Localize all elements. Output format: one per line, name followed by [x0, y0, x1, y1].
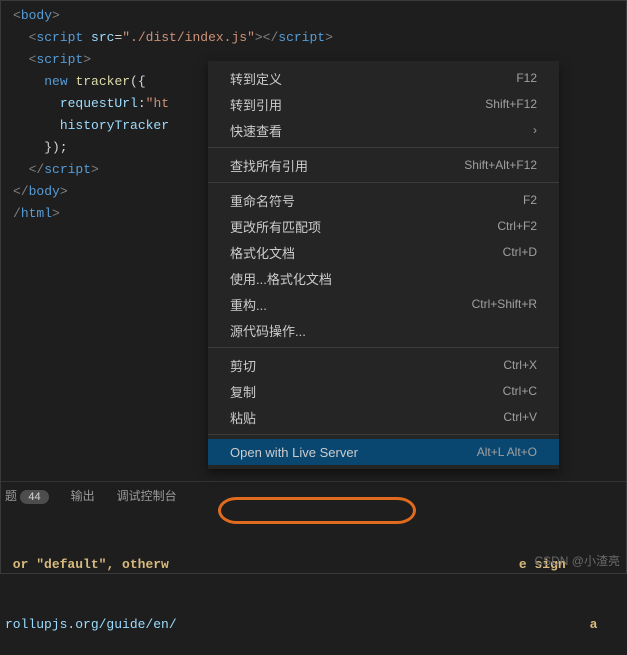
menu-separator: [208, 434, 559, 435]
menu-item-label: 转到引用: [230, 95, 282, 114]
menu-item-label: Open with Live Server: [230, 445, 358, 460]
menu-item[interactable]: 快速查看 ›: [208, 117, 559, 143]
tab-debug-console[interactable]: 调试控制台: [117, 487, 177, 504]
menu-item-label: 剪切: [230, 356, 256, 375]
menu-item[interactable]: 粘贴 Ctrl+V: [208, 404, 559, 430]
menu-item[interactable]: 更改所有匹配项 Ctrl+F2: [208, 213, 559, 239]
menu-item[interactable]: 转到引用 Shift+F12: [208, 91, 559, 117]
menu-separator: [208, 182, 559, 183]
code-line: <script src="./dist/index.js"></script>: [13, 27, 626, 49]
menu-item-label: 转到定义: [230, 69, 282, 88]
menu-item-label: 源代码操作...: [230, 321, 306, 340]
chevron-right-icon: ›: [533, 123, 537, 137]
menu-item[interactable]: 源代码操作...: [208, 317, 559, 343]
menu-item-label: 重命名符号: [230, 191, 295, 210]
menu-item-label: 格式化文档: [230, 243, 295, 262]
menu-item-label: 快速查看: [230, 121, 282, 140]
terminal-output[interactable]: or "default", otherwe sign rollupjs.org/…: [1, 509, 626, 573]
menu-item-label: 更改所有匹配项: [230, 217, 321, 236]
menu-item[interactable]: 格式化文档 Ctrl+D: [208, 239, 559, 265]
menu-item[interactable]: 剪切 Ctrl+X: [208, 352, 559, 378]
menu-item-shortcut: Ctrl+D: [503, 245, 537, 259]
menu-item-shortcut: Ctrl+Shift+R: [472, 297, 537, 311]
menu-item-shortcut: F2: [523, 193, 537, 207]
menu-separator: [208, 147, 559, 148]
menu-item-shortcut: Ctrl+V: [503, 410, 537, 424]
menu-item-shortcut: Shift+F12: [485, 97, 537, 111]
code-line: <body>: [13, 5, 626, 27]
menu-item[interactable]: 使用...格式化文档: [208, 265, 559, 291]
tab-problems[interactable]: 题 44: [5, 487, 49, 504]
menu-item-label: 粘贴: [230, 408, 256, 427]
menu-item[interactable]: 转到定义 F12: [208, 65, 559, 91]
menu-item[interactable]: 重构... Ctrl+Shift+R: [208, 291, 559, 317]
panel-tabs: 题 44 输出 调试控制台: [1, 481, 626, 509]
tab-output[interactable]: 输出: [71, 487, 95, 504]
menu-item-shortcut: Alt+L Alt+O: [477, 445, 537, 459]
problems-count-badge: 44: [20, 490, 48, 504]
menu-item[interactable]: 重命名符号 F2: [208, 187, 559, 213]
menu-item-shortcut: Ctrl+F2: [497, 219, 537, 233]
menu-item[interactable]: 复制 Ctrl+C: [208, 378, 559, 404]
menu-item[interactable]: Open with Live Server Alt+L Alt+O: [208, 439, 559, 465]
watermark: CSDN @小渣亮: [534, 552, 620, 569]
menu-item-label: 复制: [230, 382, 256, 401]
menu-item[interactable]: 查找所有引用 Shift+Alt+F12: [208, 152, 559, 178]
menu-separator: [208, 347, 559, 348]
menu-item-shortcut: Shift+Alt+F12: [464, 158, 537, 172]
menu-item-shortcut: Ctrl+X: [503, 358, 537, 372]
menu-item-label: 使用...格式化文档: [230, 269, 332, 288]
menu-item-label: 重构...: [230, 295, 267, 314]
terminal-line: rollupjs.org/guide/en/a: [5, 615, 622, 635]
context-menu: 转到定义 F12 转到引用 Shift+F12 快速查看 › 查找所有引用 Shift+Alt…: [208, 61, 559, 469]
terminal-line: or "default", otherwe sign: [5, 555, 622, 575]
menu-item-shortcut: Ctrl+C: [503, 384, 537, 398]
menu-item-shortcut: F12: [516, 71, 537, 85]
menu-item-label: 查找所有引用: [230, 156, 308, 175]
